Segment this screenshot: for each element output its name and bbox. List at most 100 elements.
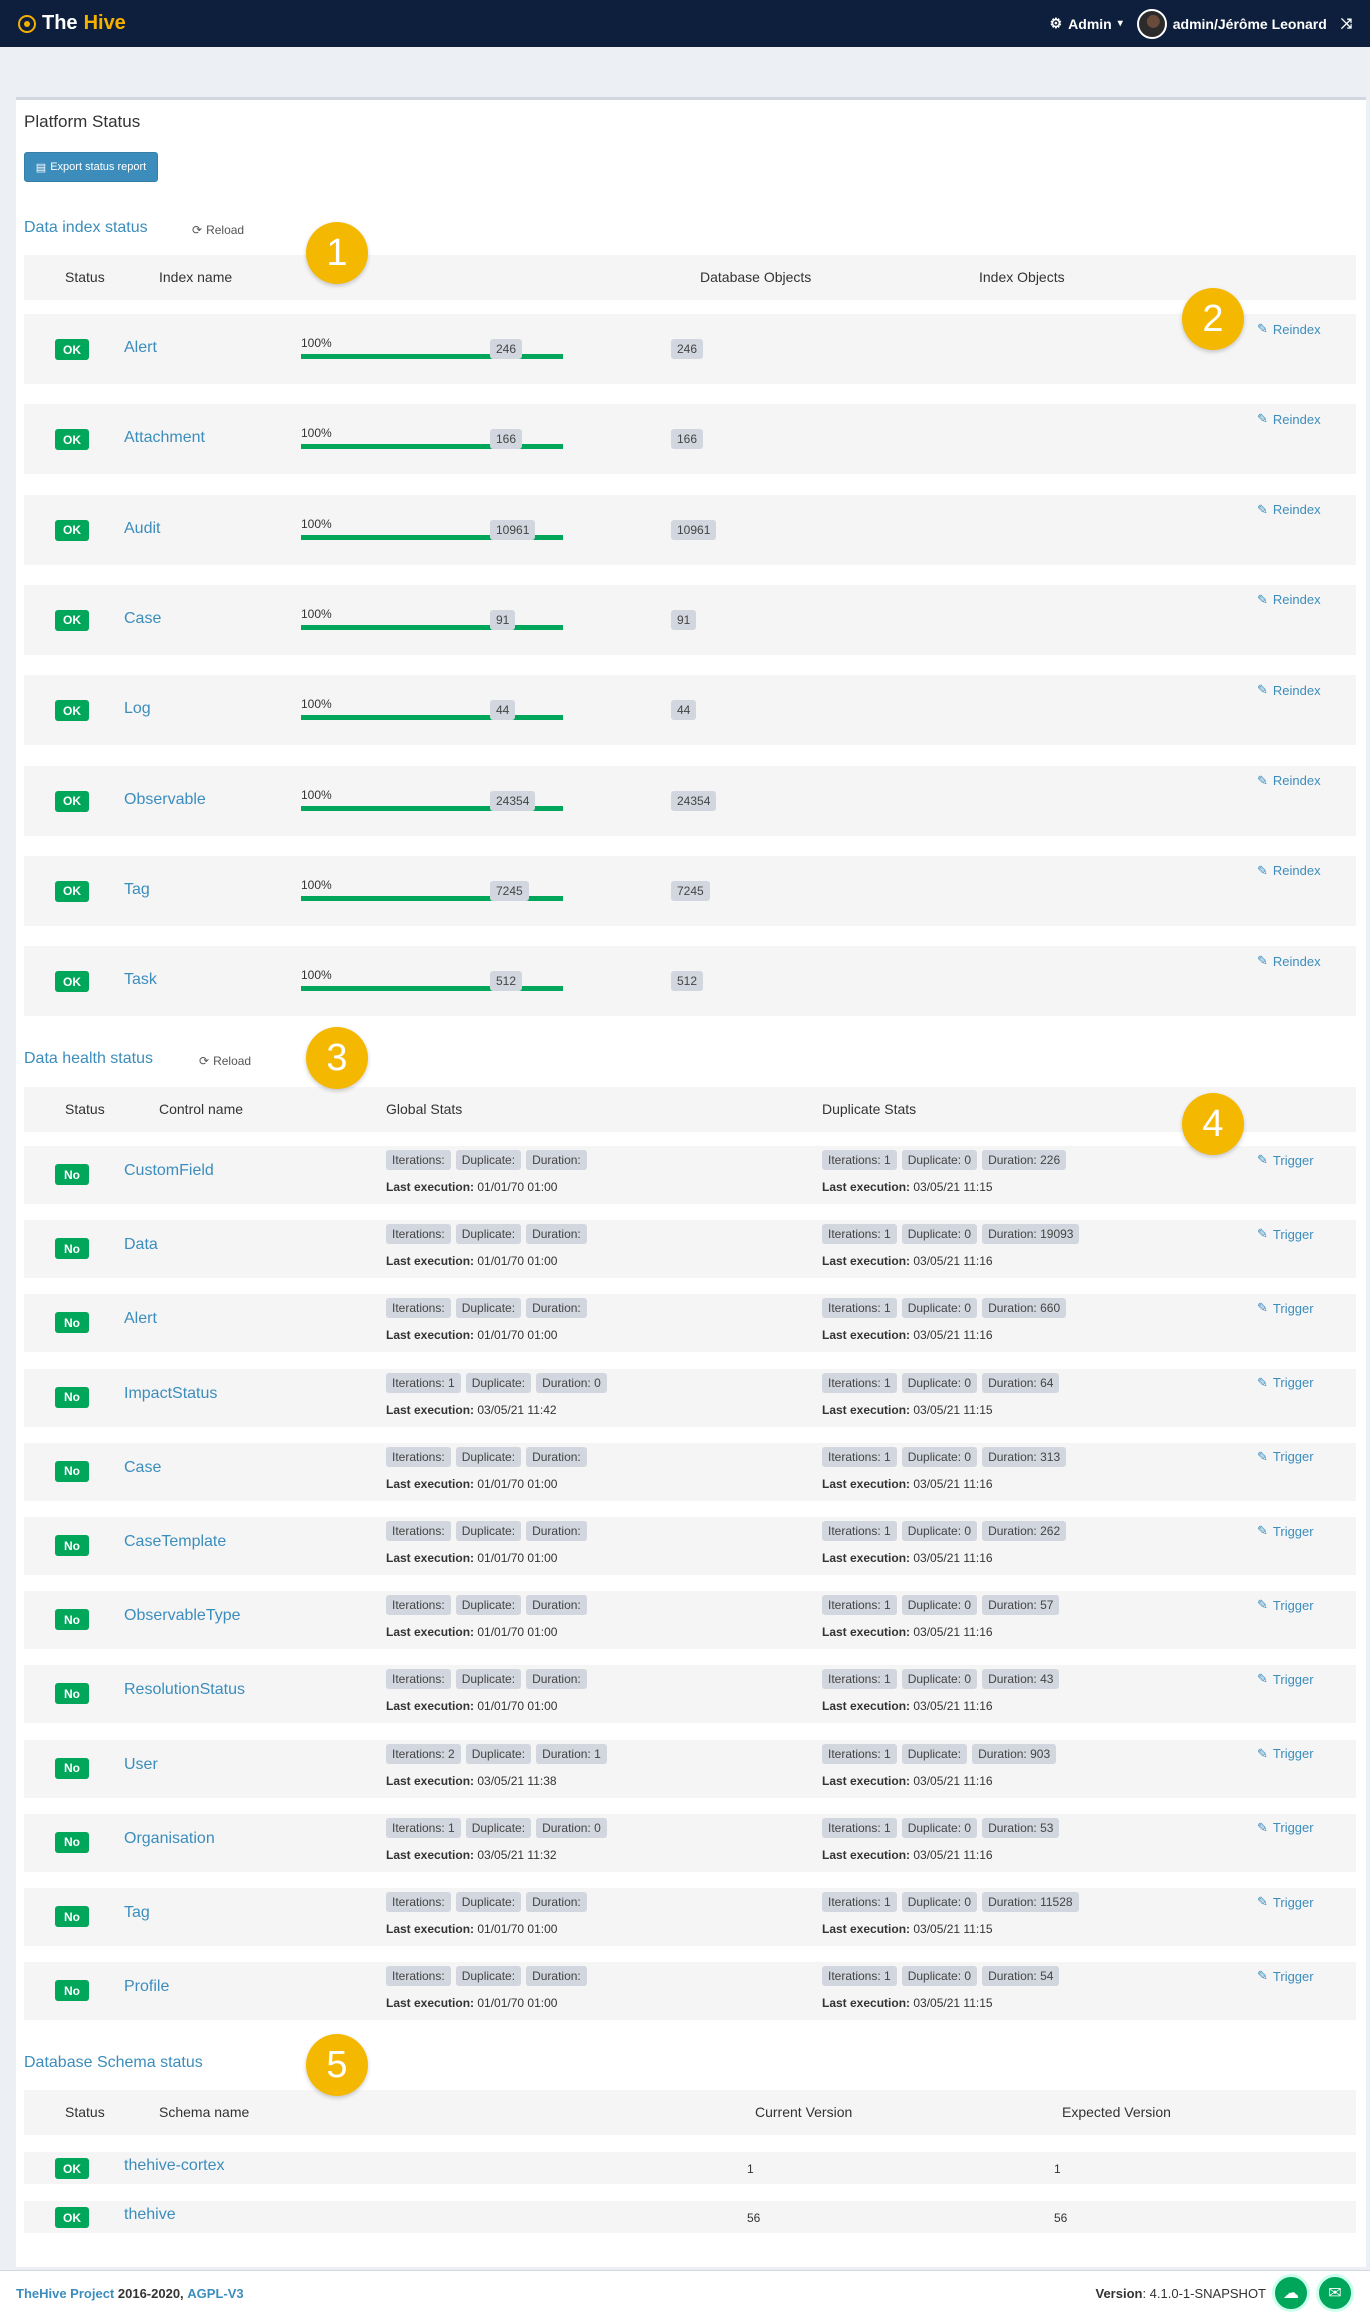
control-name-link[interactable]: Data: [124, 1236, 158, 1254]
reindex-button[interactable]: ✎ Reindex: [1257, 863, 1321, 879]
health-row: No Tag Iterations: Duplicate: Duration: Last …: [24, 1888, 1356, 1946]
last-execution-label: Last execution:: [386, 1699, 475, 1714]
trigger-button[interactable]: ✎ Trigger: [1257, 1449, 1314, 1465]
health-row: No CaseTemplate Iterations: Duplicate: Durat…: [24, 1517, 1356, 1575]
index-name-link[interactable]: Observable: [124, 791, 206, 809]
progress-bar: [301, 624, 563, 630]
global-last-execution: Last execution: 01/01/70 01:00: [386, 1254, 557, 1268]
index-row: OK Tag 100% 7245 7245 ✎ Reindex: [24, 855, 1356, 926]
trigger-button[interactable]: ✎ Trigger: [1257, 1746, 1314, 1762]
trigger-button[interactable]: ✎ Trigger: [1257, 1671, 1314, 1687]
index-name-link[interactable]: Log: [124, 700, 151, 718]
control-name-link[interactable]: CustomField: [124, 1162, 214, 1180]
stat-chip: Iterations: 1: [386, 1817, 461, 1838]
trigger-button[interactable]: ✎ Trigger: [1257, 1968, 1314, 1984]
trigger-label: Trigger: [1272, 1449, 1314, 1465]
index-row: OK Observable 100% 24354 24354 ✎ Reindex: [24, 765, 1356, 836]
last-execution-value: 03/05/21 11:42: [477, 1402, 557, 1417]
reindex-button[interactable]: ✎ Reindex: [1257, 773, 1321, 789]
edit-icon: ✎: [1257, 1152, 1268, 1167]
reindex-button[interactable]: ✎ Reindex: [1257, 682, 1321, 698]
admin-menu[interactable]: ⚙ Admin ▾: [1050, 15, 1123, 32]
duplicate-last-execution: Last execution: 03/05/21 11:16: [822, 1477, 993, 1491]
status-badge: No: [55, 1609, 89, 1631]
last-execution-value: 03/05/21 11:32: [477, 1847, 557, 1862]
trigger-button[interactable]: ✎ Trigger: [1257, 1523, 1314, 1539]
shuffle-icon[interactable]: ⤨: [1341, 15, 1352, 32]
last-execution-label: Last execution:: [822, 1551, 911, 1565]
global-last-execution: Last execution: 03/05/21 11:32: [386, 1848, 557, 1862]
stat-chip: Iterations:: [386, 1966, 451, 1987]
control-name-link[interactable]: Tag: [124, 1904, 150, 1922]
control-name-link[interactable]: ObservableType: [124, 1607, 241, 1625]
edit-icon: ✎: [1257, 1894, 1268, 1909]
export-label: Export status report: [50, 161, 147, 173]
trigger-button[interactable]: ✎ Trigger: [1257, 1300, 1314, 1316]
reindex-button[interactable]: ✎ Reindex: [1257, 953, 1321, 969]
duplicate-last-execution: Last execution: 03/05/21 11:16: [822, 1551, 993, 1565]
edit-icon: ✎: [1257, 411, 1268, 427]
reindex-button[interactable]: ✎ Reindex: [1257, 502, 1321, 518]
status-badge: No: [55, 1535, 89, 1556]
stat-chip: Iterations:: [386, 1298, 451, 1319]
index-objects-count: 10961: [671, 519, 717, 540]
stat-chip: Duration: 0: [536, 1817, 607, 1838]
global-stats: Iterations: Duplicate: Duration:: [386, 1966, 587, 1987]
health-reload-button[interactable]: ⟳ Reload: [199, 1054, 251, 1068]
index-objects-count: 91: [671, 609, 697, 630]
platform-status-panel: Platform Status ▤ Export status report D…: [16, 97, 1366, 2267]
control-name-link[interactable]: CaseTemplate: [124, 1533, 226, 1551]
index-name-link[interactable]: Attachment: [124, 429, 205, 447]
stat-chip: Iterations: 1: [822, 1595, 897, 1616]
user-menu[interactable]: admin/Jérôme Leonard: [1136, 8, 1327, 39]
edit-icon: ✎: [1257, 1597, 1268, 1613]
trigger-button[interactable]: ✎ Trigger: [1257, 1820, 1314, 1836]
stat-chip: Duration:: [526, 1595, 587, 1616]
reindex-label: Reindex: [1272, 592, 1321, 608]
trigger-button[interactable]: ✎ Trigger: [1257, 1152, 1314, 1168]
control-name-link[interactable]: User: [124, 1756, 158, 1774]
callout-marker: 2: [1182, 288, 1244, 350]
reindex-label: Reindex: [1272, 773, 1321, 788]
control-name-link[interactable]: ImpactStatus: [124, 1385, 217, 1403]
index-name-link[interactable]: Alert: [124, 339, 157, 357]
schema-name-link[interactable]: thehive-cortex: [124, 2157, 225, 2175]
last-execution-label: Last execution:: [822, 1625, 911, 1640]
license-link[interactable]: AGPL-V3: [187, 2286, 243, 2301]
stat-chip: Iterations:: [386, 1892, 451, 1912]
project-link[interactable]: TheHive Project: [16, 2286, 114, 2301]
trigger-button[interactable]: ✎ Trigger: [1257, 1226, 1314, 1242]
edit-icon: ✎: [1257, 501, 1268, 517]
stat-chip: Iterations: 1: [822, 1298, 897, 1319]
control-name-link[interactable]: Case: [124, 1459, 161, 1477]
stat-chip: Duration: 313: [982, 1446, 1067, 1467]
control-name-link[interactable]: Profile: [124, 1978, 169, 1996]
export-status-button[interactable]: ▤ Export status report: [24, 152, 158, 182]
trigger-label: Trigger: [1272, 1375, 1314, 1391]
trigger-button[interactable]: ✎ Trigger: [1257, 1375, 1314, 1391]
index-name-link[interactable]: Tag: [124, 881, 150, 899]
header-index-name: Index name: [159, 269, 233, 285]
index-reload-button[interactable]: ⟳ Reload: [192, 223, 244, 237]
schema-name-link[interactable]: thehive: [124, 2206, 176, 2224]
index-name-link[interactable]: Audit: [124, 520, 160, 538]
stat-chip: Duplicate: 0: [901, 1966, 978, 1987]
brand-logo[interactable]: The Hive: [18, 12, 126, 35]
chat-icon[interactable]: ✉: [1316, 2274, 1354, 2312]
trigger-label: Trigger: [1272, 1523, 1314, 1539]
status-badge: No: [55, 1831, 89, 1853]
index-name-link[interactable]: Task: [124, 971, 157, 989]
reindex-button[interactable]: ✎ Reindex: [1257, 321, 1321, 337]
trigger-button[interactable]: ✎ Trigger: [1257, 1597, 1314, 1613]
reindex-button[interactable]: ✎ Reindex: [1257, 592, 1321, 608]
last-execution-label: Last execution:: [386, 1180, 475, 1194]
index-name-link[interactable]: Case: [124, 610, 161, 628]
trigger-button[interactable]: ✎ Trigger: [1257, 1894, 1314, 1910]
reindex-button[interactable]: ✎ Reindex: [1257, 411, 1321, 427]
health-row: No ImpactStatus Iterations: 1 Duplicate: Dur…: [24, 1368, 1356, 1427]
brain-icon[interactable]: ☁: [1272, 2274, 1310, 2312]
control-name-link[interactable]: Alert: [124, 1310, 157, 1328]
control-name-link[interactable]: ResolutionStatus: [124, 1681, 245, 1699]
control-name-link[interactable]: Organisation: [124, 1830, 215, 1848]
current-version: 1: [747, 2162, 754, 2176]
